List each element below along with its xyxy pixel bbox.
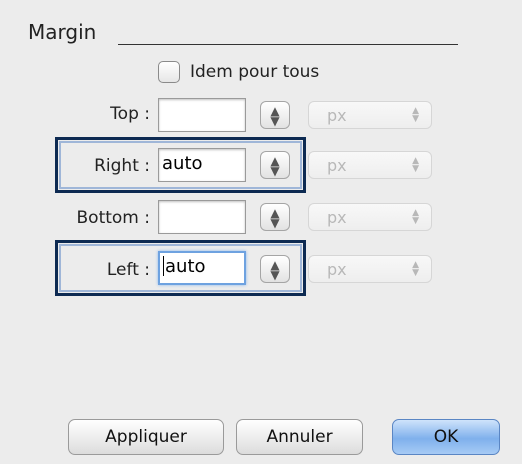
same-for-all-label[interactable]: Idem pour tous [190, 62, 319, 82]
left-unit-select[interactable]: px ▲ ▼ [308, 255, 432, 283]
left-margin-value: auto [165, 256, 206, 277]
bottom-margin-stepper[interactable]: ▲ ▼ [260, 203, 290, 231]
top-label: Top : [110, 104, 150, 124]
top-unit-chevron-icon: ▲ ▼ [412, 106, 419, 124]
apply-button[interactable]: Appliquer [68, 419, 224, 455]
left-margin-stepper[interactable]: ▲ ▼ [260, 255, 290, 283]
bottom-margin-input[interactable] [158, 200, 246, 234]
top-margin-input[interactable] [158, 98, 246, 132]
top-unit-select[interactable]: px ▲ ▼ [308, 101, 432, 129]
bottom-label: Bottom : [76, 208, 151, 228]
bottom-unit-chevron-icon: ▲ ▼ [412, 208, 419, 226]
right-margin-stepper[interactable]: ▲ ▼ [260, 151, 290, 179]
cancel-button[interactable]: Annuler [236, 419, 363, 455]
top-unit-label: px [327, 106, 347, 125]
right-unit-label: px [327, 156, 347, 175]
same-for-all-checkbox[interactable] [158, 61, 180, 83]
top-margin-stepper[interactable]: ▲ ▼ [260, 101, 290, 129]
section-title: Margin [28, 20, 97, 44]
margin-panel: Margin Idem pour tous Top : ▲ ▼ px ▲ ▼ Rig… [0, 0, 522, 464]
text-caret [163, 256, 164, 276]
left-unit-chevron-icon: ▲ ▼ [412, 260, 419, 278]
bottom-unit-select[interactable]: px ▲ ▼ [308, 203, 432, 231]
right-unit-chevron-icon: ▲ ▼ [412, 156, 419, 174]
bottom-unit-label: px [327, 208, 347, 227]
left-unit-label: px [327, 260, 347, 279]
right-label: Right : [94, 156, 150, 176]
right-margin-input[interactable]: auto [158, 148, 246, 182]
left-label: Left : [106, 260, 150, 280]
left-margin-input[interactable]: auto [158, 251, 246, 285]
section-divider [118, 44, 458, 45]
right-unit-select[interactable]: px ▲ ▼ [308, 151, 432, 179]
ok-button[interactable]: OK [392, 419, 500, 455]
